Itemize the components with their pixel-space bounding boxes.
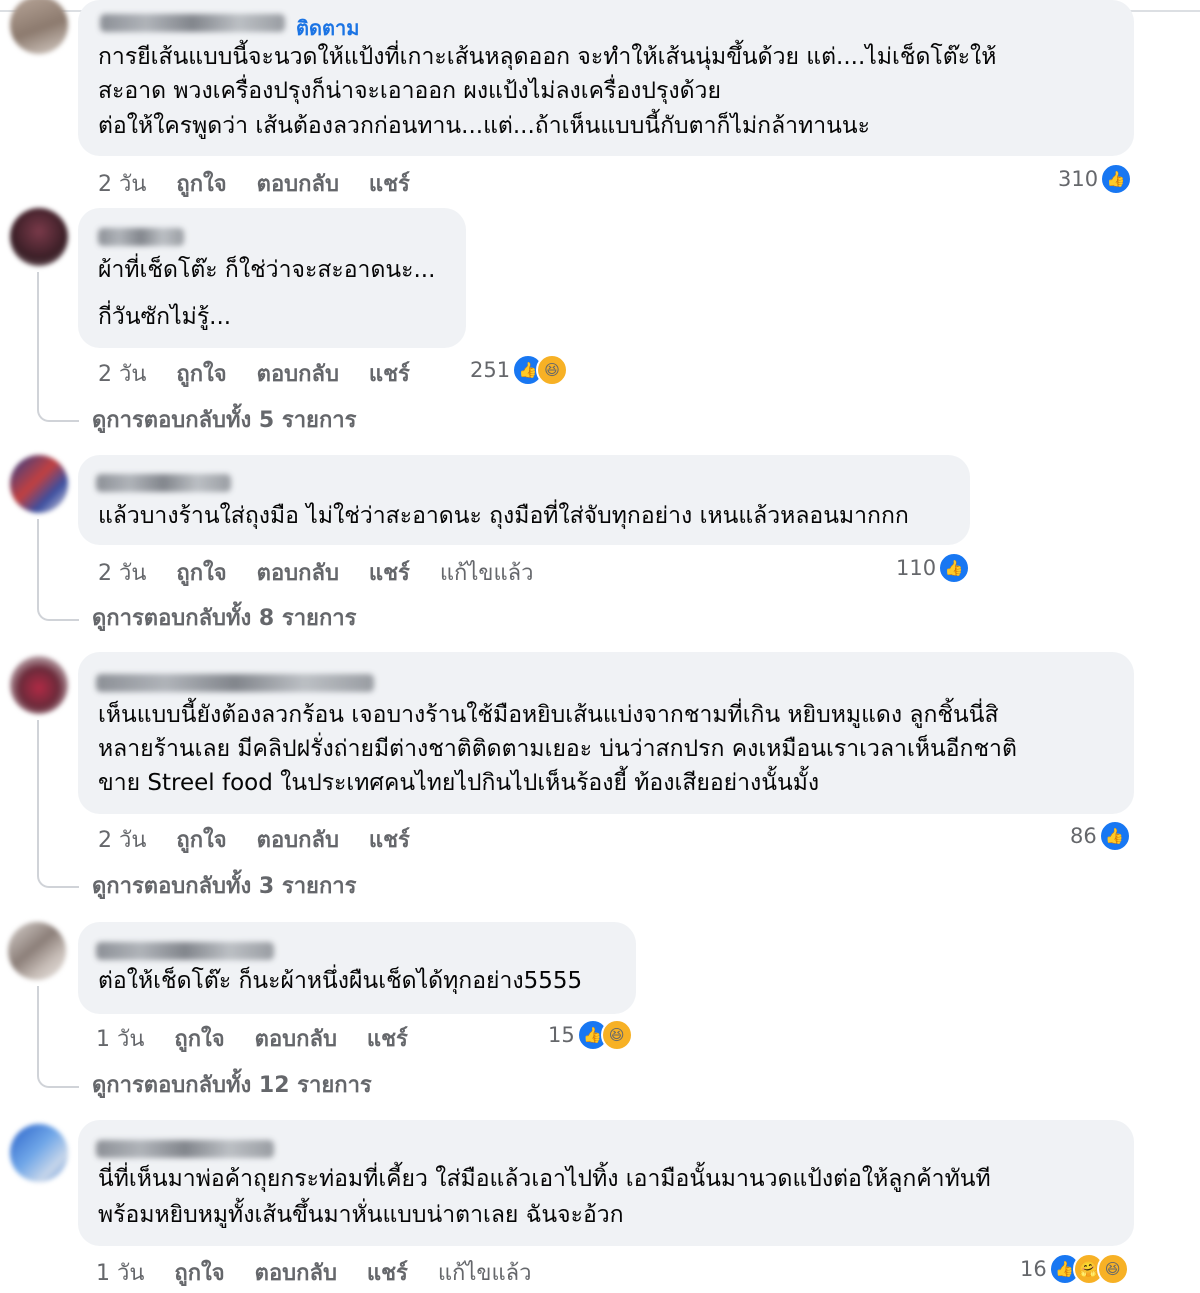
comment-text-line: เห็นแบบนี้ยังต้องลวกร้อน เจอบางร้านใช้มื… (98, 702, 999, 728)
comment-text-line: ต่อให้ใครพูดว่า เส้นต้องลวกก่อนทาน...แต่… (98, 113, 870, 139)
share-button[interactable]: แชร์ (367, 1021, 408, 1056)
reaction-count: 15 (548, 1023, 575, 1047)
comment-actions: 2 วัน ถูกใจ ตอบกลับ แชร์ (98, 356, 410, 391)
comment-text-line: กี่วันซักไม่รู้... (98, 304, 232, 330)
comment-text-line: หลายร้านเลย มีคลิปฝรั่งถ่ายมีต่างชาติติด… (98, 736, 1017, 762)
comment-actions: 2 วัน ถูกใจ ตอบกลับ แชร์ (98, 166, 410, 201)
reaction-summary[interactable]: 15 👍 😆 (548, 1019, 633, 1051)
view-replies-link[interactable]: ดูการตอบกลับทั้ง 3 รายการ (92, 868, 356, 903)
reply-button[interactable]: ตอบกลับ (257, 166, 339, 201)
share-button[interactable]: แชร์ (369, 555, 410, 590)
avatar[interactable] (10, 455, 68, 513)
avatar[interactable] (10, 1124, 68, 1182)
comment-text-line: สะอาด พวงเครื่องปรุงก็น่าจะเอาออก ผงแป้ง… (98, 78, 721, 104)
haha-icon: 😆 (536, 354, 569, 386)
reaction-summary[interactable]: 251 👍 😆 (470, 354, 569, 386)
reply-button[interactable]: ตอบกลับ (257, 356, 339, 391)
thread-line (37, 519, 79, 621)
comment-actions: 1 วัน ถูกใจ ตอบกลับ แชร์ (96, 1021, 408, 1056)
reaction-count: 86 (1070, 824, 1097, 848)
reaction-summary[interactable]: 86 👍 (1070, 820, 1131, 852)
thread-line (37, 720, 79, 888)
author-name[interactable] (96, 1140, 274, 1158)
like-button[interactable]: ถูกใจ (174, 1255, 224, 1290)
like-button[interactable]: ถูกใจ (176, 166, 226, 201)
share-button[interactable]: แชร์ (369, 822, 410, 857)
view-replies-link[interactable]: ดูการตอบกลับทั้ง 5 รายการ (92, 402, 356, 437)
avatar[interactable] (10, 208, 68, 266)
author-name[interactable] (100, 14, 285, 32)
like-button[interactable]: ถูกใจ (176, 356, 226, 391)
timestamp[interactable]: 2 วัน (98, 166, 146, 201)
reaction-count: 251 (470, 358, 511, 382)
reaction-summary[interactable]: 110 👍 (896, 552, 971, 584)
reaction-count: 310 (1058, 167, 1099, 191)
author-name[interactable] (96, 942, 274, 960)
haha-icon: 😆 (600, 1019, 633, 1051)
like-icon: 👍 (1100, 163, 1133, 195)
reply-button[interactable]: ตอบกลับ (255, 1255, 337, 1290)
reply-button[interactable]: ตอบกลับ (255, 1021, 337, 1056)
comment-text-line: แล้วบางร้านใส่ถุงมือ ไม่ใช่ว่าสะอาดนะ ถุ… (98, 503, 909, 529)
comment-actions: 2 วัน ถูกใจ ตอบกลับ แชร์ (98, 822, 410, 857)
share-button[interactable]: แชร์ (369, 356, 410, 391)
like-button[interactable]: ถูกใจ (174, 1021, 224, 1056)
thread-line (37, 986, 79, 1088)
comment-actions: 1 วัน ถูกใจ ตอบกลับ แชร์ แก้ไขแล้ว (96, 1255, 531, 1290)
reaction-summary[interactable]: 16 👍 🤗 😆 (1020, 1253, 1129, 1285)
edited-label: แก้ไขแล้ว (437, 1261, 532, 1286)
reply-button[interactable]: ตอบกลับ (257, 822, 339, 857)
avatar[interactable] (10, 656, 68, 714)
comment-actions: 2 วัน ถูกใจ ตอบกลับ แชร์ แก้ไขแล้ว (98, 555, 533, 590)
timestamp[interactable]: 2 วัน (98, 555, 146, 590)
comment-text-line: ต่อให้เช็ดโต๊ะ ก็นะผ้าหนึ่งผืนเช็ดได้ทุก… (98, 968, 583, 994)
thread-line (37, 272, 79, 422)
share-button[interactable]: แชร์ (369, 166, 410, 201)
comment-text-line: ผ้าที่เช็ดโต๊ะ ก็ใช่ว่าจะสะอาดนะ... (98, 257, 436, 283)
like-button[interactable]: ถูกใจ (176, 822, 226, 857)
avatar[interactable] (10, 0, 68, 54)
avatar[interactable] (8, 922, 66, 980)
author-name[interactable] (96, 474, 231, 492)
reply-button[interactable]: ตอบกลับ (257, 555, 339, 590)
edited-label: แก้ไขแล้ว (439, 561, 534, 586)
timestamp[interactable]: 1 วัน (96, 1021, 144, 1056)
like-button[interactable]: ถูกใจ (176, 555, 226, 590)
haha-icon: 😆 (1096, 1253, 1129, 1285)
comment-text-line: การยีเส้นแบบนี้จะนวดให้แป้งที่เกาะเส้นหล… (98, 44, 997, 70)
share-button[interactable]: แชร์ (367, 1255, 408, 1290)
timestamp[interactable]: 2 วัน (98, 822, 146, 857)
author-name[interactable] (98, 228, 184, 246)
reaction-summary[interactable]: 310 👍 (1058, 163, 1133, 195)
timestamp[interactable]: 2 วัน (98, 356, 146, 391)
comment-text-line: ขาย Streel food ในประเทศคนไทยไปกินไปเห็น… (98, 770, 820, 796)
reaction-count: 110 (896, 556, 937, 580)
like-icon: 👍 (938, 552, 971, 584)
view-replies-link[interactable]: ดูการตอบกลับทั้ง 8 รายการ (92, 600, 356, 635)
view-replies-link[interactable]: ดูการตอบกลับทั้ง 12 รายการ (92, 1067, 372, 1102)
comment-text-line: นี่ที่เห็นมาพ่อค้าถุยกระท่อมที่เคี้ยว ใส… (98, 1166, 991, 1192)
timestamp[interactable]: 1 วัน (96, 1255, 144, 1290)
reaction-count: 16 (1020, 1257, 1047, 1281)
comment-text-line: พร้อมหยิบหมูทั้งเส้นขึ้นมาหั่นแบบน่าตาเล… (98, 1202, 624, 1228)
author-name[interactable] (96, 674, 374, 692)
like-icon: 👍 (1098, 820, 1131, 852)
